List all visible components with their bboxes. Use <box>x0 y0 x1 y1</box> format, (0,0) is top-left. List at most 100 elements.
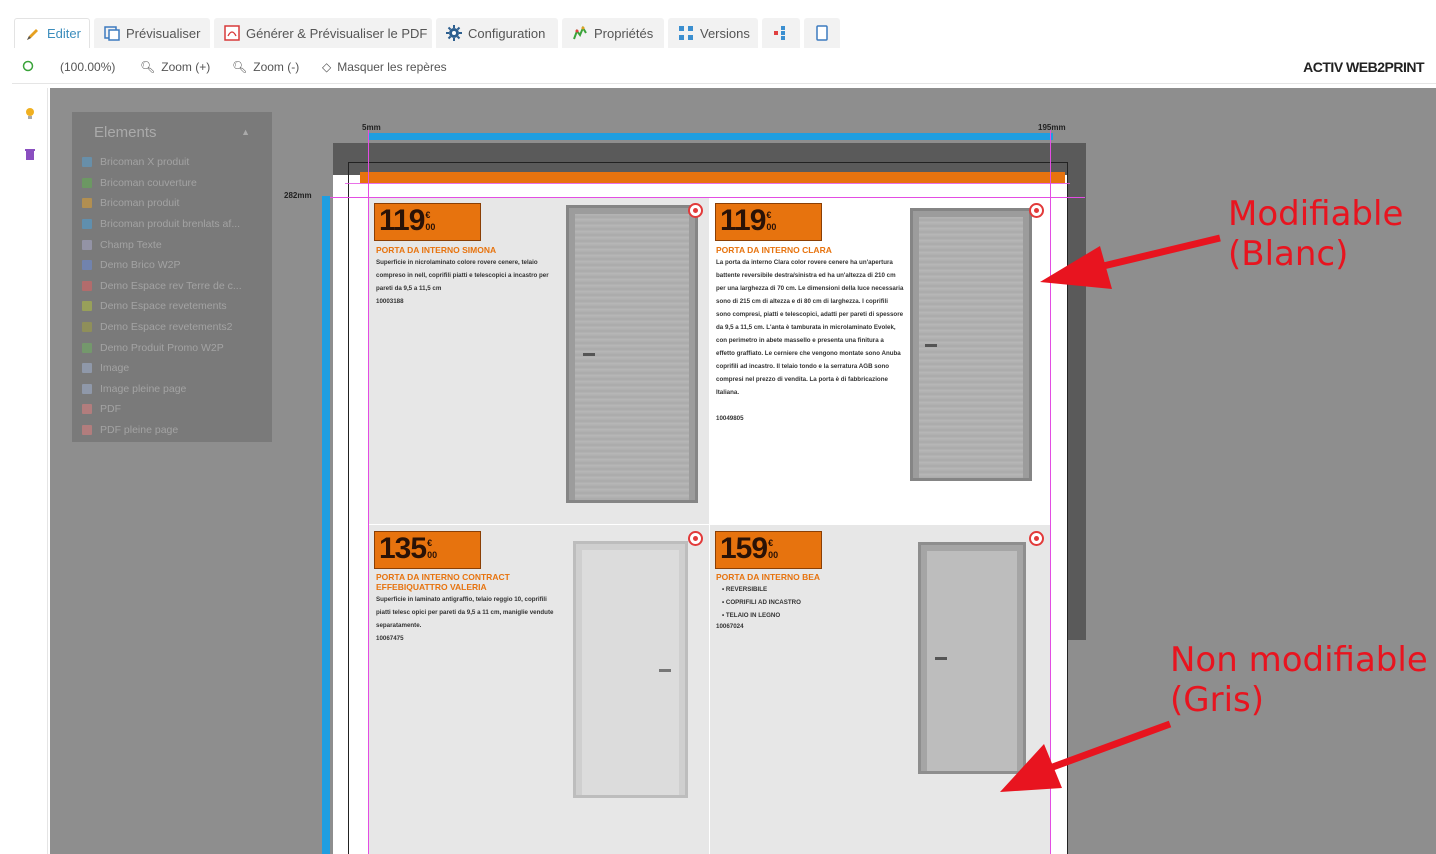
target-icon[interactable] <box>688 531 703 546</box>
door-image <box>573 541 688 798</box>
element-item[interactable]: Demo Espace revetements2 <box>72 317 272 338</box>
zoom-out-button[interactable]: 🔍︎ Zoom (-) <box>232 60 299 74</box>
element-type-icon <box>82 157 92 168</box>
layout-icon <box>772 25 788 41</box>
door-image <box>910 208 1032 481</box>
element-item-label: Bricoman produit brenlats af... <box>100 218 241 231</box>
target-icon[interactable] <box>688 203 703 218</box>
element-item-label: Demo Espace revetements2 <box>100 321 233 334</box>
price-cents: 00 <box>427 550 438 560</box>
caret-up-icon: ▲ <box>241 127 250 137</box>
brand-logo: ACTIV WEB2PRINT <box>1303 59 1424 75</box>
tab-label: Versions <box>700 25 750 41</box>
element-item[interactable]: Demo Espace revetements <box>72 296 272 317</box>
element-item-label: PDF pleine page <box>100 424 179 437</box>
zoom-in-button[interactable]: 🔍︎ Zoom (+) <box>140 60 210 74</box>
price-main: 119 <box>379 204 425 237</box>
element-type-icon <box>82 280 92 291</box>
elements-panel: Elements ▲ Bricoman X produit Bricoman co… <box>72 112 272 442</box>
tab-label: Générer & Prévisualiser le PDF <box>246 25 428 41</box>
lightbulb-icon[interactable] <box>22 106 38 122</box>
bullet-item: • COPRIFILI AD INCASTRO <box>722 599 801 606</box>
ruler-left[interactable] <box>322 196 330 854</box>
element-item-label: PDF <box>100 403 121 416</box>
element-item-label: Bricoman produit <box>100 197 180 210</box>
element-item[interactable]: Image <box>72 358 272 379</box>
element-item[interactable]: PDF pleine page <box>72 420 272 441</box>
product-title: PORTA DA INTERNO CONTRACT EFFEBIQUATTRO … <box>376 572 510 592</box>
element-type-icon <box>82 239 92 250</box>
product-description: Superficie in nicrolaminato colore rover… <box>376 259 549 292</box>
guide-line <box>368 130 369 854</box>
element-item[interactable]: Champ Texte <box>72 234 272 255</box>
ruler-top-start-label: 5mm <box>362 123 381 132</box>
ruler-top[interactable] <box>368 133 1053 140</box>
tab-configuration[interactable]: Configuration <box>436 18 558 48</box>
element-type-icon <box>82 425 92 436</box>
tab-proprietes[interactable]: Propriétés <box>562 18 664 48</box>
product-title: PORTA DA INTERNO SIMONA <box>376 245 497 255</box>
hide-guides-label: Masquer les repères <box>337 60 447 74</box>
element-item-label: Bricoman X produit <box>100 156 190 169</box>
price-cents: 00 <box>768 550 779 560</box>
product-title: PORTA DA INTERNO BEA <box>716 572 821 582</box>
element-type-icon <box>82 342 92 353</box>
tab-layout[interactable] <box>762 18 800 48</box>
element-item[interactable]: Bricoman couverture <box>72 173 272 194</box>
tab-label: Editer <box>47 26 81 41</box>
element-item[interactable]: Demo Espace rev Terre de c... <box>72 276 272 297</box>
elements-list: Bricoman X produit Bricoman couverture Bri… <box>72 152 272 440</box>
element-item[interactable]: PDF <box>72 399 272 420</box>
product-description: La porta da interno Clara color rovere c… <box>716 259 904 396</box>
tab-page[interactable] <box>804 18 840 48</box>
element-item-label: Demo Espace revetements <box>100 300 227 313</box>
element-item[interactable]: Bricoman produit <box>72 193 272 214</box>
refresh-icon[interactable] <box>22 60 34 72</box>
element-item[interactable]: Bricoman X produit <box>72 152 272 173</box>
element-type-icon <box>82 404 92 415</box>
target-icon[interactable] <box>1029 531 1044 546</box>
price-cents: 00 <box>766 222 777 232</box>
hide-guides-button[interactable]: ◇ Masquer les repères <box>322 60 447 74</box>
pdf-icon <box>224 25 240 41</box>
element-item-label: Image <box>100 362 130 375</box>
tab-generer-pdf[interactable]: Générer & Prévisualiser le PDF <box>214 18 432 48</box>
tab-editer[interactable]: Editer <box>14 18 90 48</box>
price-currency: € <box>768 538 774 548</box>
door-image <box>566 205 698 503</box>
price-tag: 159 € 00 <box>715 531 822 569</box>
gear-icon <box>446 25 462 41</box>
element-item[interactable]: Image pleine page <box>72 379 272 400</box>
element-item[interactable]: Bricoman produit brenlats af... <box>72 214 272 235</box>
door-image <box>918 542 1026 774</box>
element-type-icon <box>82 322 92 333</box>
guide-line <box>1050 130 1051 854</box>
properties-icon <box>572 25 588 41</box>
tab-label: Prévisualiser <box>126 25 201 41</box>
trash-icon[interactable] <box>22 146 38 162</box>
tab-previsualiser[interactable]: Prévisualiser <box>94 18 210 48</box>
element-item-label: Demo Produit Promo W2P <box>100 341 224 354</box>
versions-icon <box>678 25 694 41</box>
guide-line <box>345 183 1070 184</box>
element-item[interactable]: Demo Brico W2P <box>72 255 272 276</box>
tab-versions[interactable]: Versions <box>668 18 758 48</box>
product-ref: 10067475 <box>376 635 404 642</box>
element-item[interactable]: Demo Produit Promo W2P <box>72 337 272 358</box>
diamond-icon: ◇ <box>322 60 332 74</box>
preview-icon <box>104 25 120 41</box>
element-item-label: Demo Espace rev Terre de c... <box>100 279 242 292</box>
ruler-top-end-label: 195mm <box>1038 123 1066 132</box>
price-main: 135 <box>379 532 427 565</box>
target-icon[interactable] <box>1029 203 1044 218</box>
element-type-icon <box>82 383 92 394</box>
pencil-icon <box>25 26 41 42</box>
annotation-non-modifiable: Non modifiable (Gris) <box>1170 640 1428 720</box>
price-tag: 119 € 00 <box>715 203 822 241</box>
magnifier-icon: 🔍︎ <box>232 60 248 74</box>
element-type-icon <box>82 219 92 230</box>
price-main: 119 <box>720 204 766 237</box>
elements-panel-header[interactable]: Elements ▲ <box>72 112 272 152</box>
product-ref: 10049805 <box>716 415 744 422</box>
price-currency: € <box>766 210 772 220</box>
